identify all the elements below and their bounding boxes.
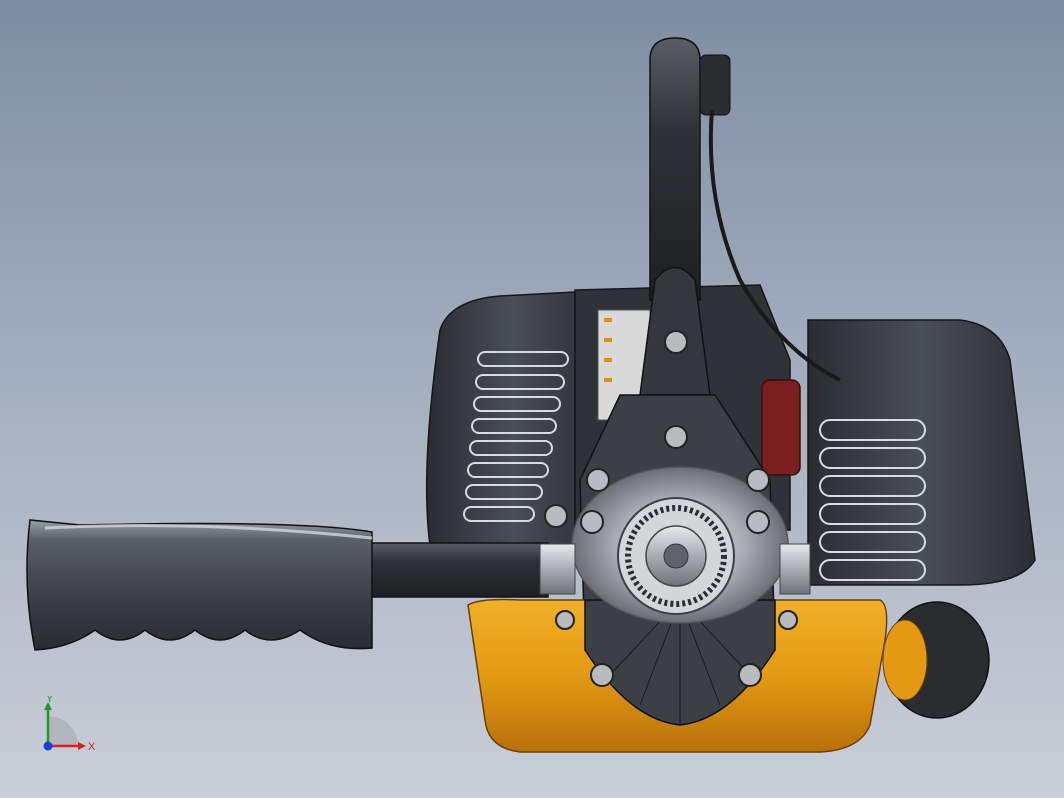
engine-model[interactable] xyxy=(0,0,1064,798)
handle-grip xyxy=(26,519,373,651)
axis-triad: Y X xyxy=(43,696,96,753)
x-axis-label: X xyxy=(88,741,96,753)
z-axis-dot xyxy=(43,741,53,751)
handle-bar-tube xyxy=(367,542,549,598)
throttle-tube xyxy=(649,37,701,301)
red-coupler xyxy=(761,379,801,476)
y-axis-label: Y xyxy=(46,696,54,705)
right-engine-cover xyxy=(807,319,1036,586)
cad-viewport[interactable]: Y X xyxy=(0,0,1064,798)
